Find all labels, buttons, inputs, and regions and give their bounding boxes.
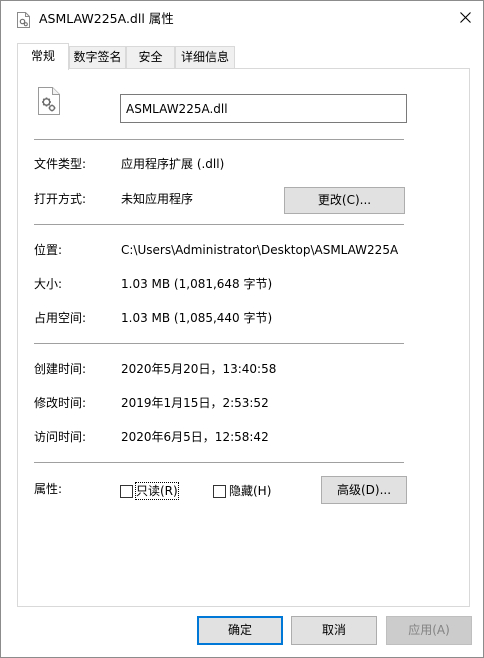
- title-bar[interactable]: ASMLAW225A.dll 属性: [1, 1, 483, 37]
- opens-with-label: 打开方式:: [34, 192, 87, 206]
- file-name-input[interactable]: [120, 94, 407, 123]
- hidden-checkbox-row[interactable]: 隐藏(H): [213, 483, 271, 499]
- ok-button[interactable]: 确定: [197, 616, 283, 645]
- readonly-checkbox-row[interactable]: 只读(R): [120, 482, 179, 500]
- dll-file-icon: [17, 12, 30, 28]
- separator: [34, 462, 404, 463]
- readonly-label[interactable]: 只读(R): [135, 482, 179, 500]
- window-title: ASMLAW225A.dll 属性: [39, 11, 174, 26]
- size-value: 1.03 MB (1,081,648 字节): [121, 277, 273, 291]
- readonly-checkbox[interactable]: [120, 484, 133, 498]
- size-on-disk-label: 占用空间:: [34, 311, 87, 325]
- cancel-button[interactable]: 取消: [291, 616, 377, 645]
- accessed-value: 2020年6月5日，12:58:42: [121, 430, 269, 444]
- hidden-checkbox[interactable]: [213, 484, 226, 498]
- separator: [34, 139, 404, 140]
- tab-security[interactable]: 安全: [126, 46, 175, 68]
- location-value: C:\Users\Administrator\Desktop\ASMLAW225…: [121, 243, 399, 257]
- general-tab-panel: [17, 68, 470, 607]
- attributes-label: 属性:: [34, 482, 63, 496]
- created-label: 创建时间:: [34, 362, 87, 376]
- advanced-button[interactable]: 高级(D)...: [321, 476, 407, 504]
- tab-general[interactable]: 常规: [17, 43, 69, 70]
- file-type-value: 应用程序扩展 (.dll): [121, 157, 225, 171]
- separator: [34, 343, 404, 344]
- file-type-label: 文件类型:: [34, 157, 87, 171]
- size-label: 大小:: [34, 277, 63, 291]
- apply-button[interactable]: 应用(A): [386, 616, 472, 645]
- modified-value: 2019年1月15日，2:53:52: [121, 396, 269, 410]
- accessed-label: 访问时间:: [34, 430, 87, 444]
- size-on-disk-value: 1.03 MB (1,085,440 字节): [121, 311, 273, 325]
- location-label: 位置:: [34, 243, 63, 257]
- tab-details[interactable]: 详细信息: [175, 46, 235, 68]
- properties-window: ASMLAW225A.dll 属性 常规 数字签名 安全 详细信息 ASMLAW…: [0, 0, 484, 658]
- created-value: 2020年5月20日，13:40:58: [121, 362, 277, 376]
- opens-with-value: 未知应用程序: [121, 192, 194, 206]
- hidden-label[interactable]: 隐藏(H): [229, 483, 271, 499]
- close-icon: [459, 12, 471, 26]
- change-button[interactable]: 更改(C)...: [284, 187, 405, 214]
- modified-label: 修改时间:: [34, 396, 87, 410]
- close-button[interactable]: [447, 1, 483, 37]
- separator: [34, 224, 404, 225]
- dll-gear-file-icon: [38, 87, 60, 115]
- tab-digital-signatures[interactable]: 数字签名: [69, 46, 126, 68]
